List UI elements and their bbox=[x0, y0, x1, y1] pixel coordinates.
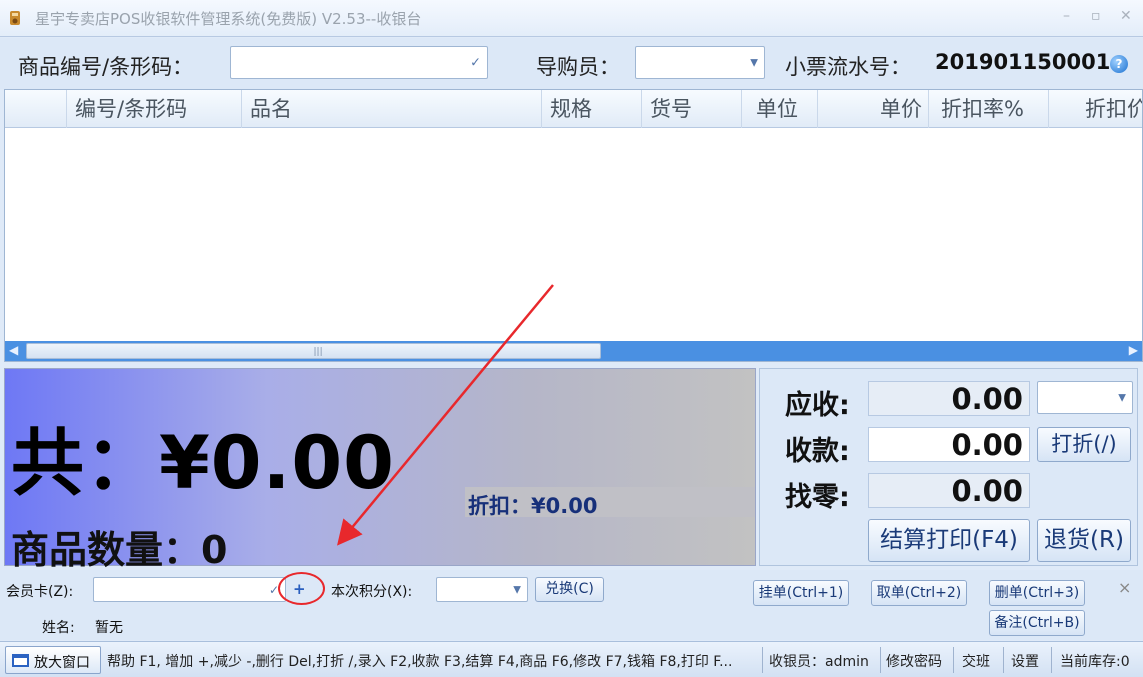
serial-label: 小票流水号： bbox=[785, 55, 911, 79]
app-logo-icon bbox=[10, 11, 20, 25]
barcode-input[interactable]: ✓ bbox=[230, 46, 488, 79]
guide-label: 导购员： bbox=[536, 55, 620, 79]
settings-link[interactable]: 设置 bbox=[1011, 651, 1039, 671]
dropdown-arrow-icon[interactable]: ▼ bbox=[1118, 392, 1126, 403]
col-name[interactable]: 品名 bbox=[242, 90, 542, 128]
receivable-label: 应收: bbox=[785, 390, 850, 421]
title-bar: 星宇专卖店POS收银软件管理系统(免费版) V2.53--收银台 – ▫ ✕ bbox=[0, 0, 1143, 37]
name-label: 姓名: bbox=[42, 620, 75, 636]
discount-amount: 折扣：¥0.00 bbox=[468, 494, 598, 518]
col-select bbox=[5, 90, 67, 128]
close-panel-icon[interactable]: × bbox=[1118, 578, 1131, 597]
dropdown-arrow-icon[interactable]: ▼ bbox=[750, 57, 758, 68]
grip-icon: ||| bbox=[313, 347, 323, 357]
col-itemno[interactable]: 货号 bbox=[642, 90, 742, 128]
horizontal-scrollbar[interactable]: ◀ ||| ▶ bbox=[5, 341, 1142, 361]
guide-select[interactable]: ▼ bbox=[635, 46, 765, 79]
dropdown-arrow-icon[interactable]: ▼ bbox=[513, 584, 521, 595]
grid-header: 编号/条形码 品名 规格 货号 单位 单价 折扣率% 折扣价 bbox=[5, 90, 1142, 128]
received-label: 收款: bbox=[785, 436, 850, 467]
payment-method-select[interactable]: ▼ bbox=[1037, 381, 1133, 414]
col-discount-price[interactable]: 折扣价 bbox=[1049, 90, 1142, 128]
scroll-left-icon[interactable]: ◀ bbox=[9, 343, 18, 357]
delete-order-button[interactable]: 删单(Ctrl+3) bbox=[989, 580, 1085, 606]
product-grid[interactable]: 编号/条形码 品名 规格 货号 单位 单价 折扣率% 折扣价 ◀ ||| ▶ bbox=[4, 89, 1143, 362]
settle-print-button[interactable]: 结算打印(F4) bbox=[868, 519, 1030, 562]
member-card-label: 会员卡(Z): bbox=[6, 584, 74, 600]
received-input[interactable]: 0.00 bbox=[868, 427, 1030, 462]
help-icon[interactable]: ? bbox=[1110, 55, 1128, 73]
points-label: 本次积分(X): bbox=[331, 584, 413, 600]
expand-window-label: 放大窗口 bbox=[34, 655, 90, 671]
col-price[interactable]: 单价 bbox=[818, 90, 929, 128]
change-password-link[interactable]: 修改密码 bbox=[886, 651, 942, 671]
scroll-right-icon[interactable]: ▶ bbox=[1129, 343, 1138, 357]
stock-info: 当前库存:0 bbox=[1060, 654, 1130, 670]
divider bbox=[1003, 647, 1004, 673]
cashier-info: 收银员：admin bbox=[769, 654, 869, 670]
hotkey-help: 帮助 F1, 增加 +,减少 -,删行 Del,打折 /,录入 F2,收款 F3… bbox=[107, 654, 733, 670]
change-label: 找零: bbox=[785, 482, 850, 513]
close-button[interactable]: ✕ bbox=[1120, 8, 1132, 24]
change-value: 0.00 bbox=[868, 473, 1030, 508]
item-quantity: 商品数量：0 bbox=[11, 528, 228, 572]
member-name: 暂无 bbox=[95, 620, 123, 636]
payment-panel: 应收: 0.00 ▼ 收款: 0.00 打折(/) 找零: 0.00 结算打印(… bbox=[759, 368, 1138, 566]
maximize-button[interactable]: ▫ bbox=[1091, 8, 1101, 24]
total-panel: 共：¥0.00 折扣：¥0.00 商品数量：0 bbox=[4, 368, 756, 572]
col-barcode[interactable]: 编号/条形码 bbox=[67, 90, 242, 128]
col-spec[interactable]: 规格 bbox=[542, 90, 642, 128]
scrollbar-thumb[interactable]: ||| bbox=[26, 343, 601, 359]
points-select[interactable]: ▼ bbox=[436, 577, 528, 602]
barcode-label: 商品编号/条形码： bbox=[18, 55, 194, 79]
discount-button[interactable]: 打折(/) bbox=[1037, 427, 1131, 462]
expand-window-button[interactable]: 放大窗口 bbox=[5, 646, 101, 674]
note-button[interactable]: 备注(Ctrl+B) bbox=[989, 610, 1085, 636]
discount-box: 折扣：¥0.00 bbox=[465, 487, 755, 518]
member-card-input[interactable]: ✓ bbox=[93, 577, 286, 602]
minimize-button[interactable]: – bbox=[1063, 8, 1070, 24]
redeem-button[interactable]: 兑换(C) bbox=[535, 577, 604, 602]
shift-link[interactable]: 交班 bbox=[962, 651, 990, 671]
top-toolbar: 商品编号/条形码： ✓ 导购员： ▼ 小票流水号： 201901150001 bbox=[0, 38, 1143, 89]
receivable-value: 0.00 bbox=[868, 381, 1030, 416]
col-discount-rate[interactable]: 折扣率% bbox=[929, 90, 1049, 128]
divider bbox=[880, 647, 881, 673]
divider bbox=[762, 647, 763, 673]
chevron-down-icon[interactable]: ✓ bbox=[470, 55, 481, 70]
total-amount: 共：¥0.00 bbox=[11, 421, 395, 506]
recall-order-button[interactable]: 取单(Ctrl+2) bbox=[871, 580, 967, 606]
window-icon bbox=[12, 654, 29, 667]
serial-number: 201901150001 bbox=[935, 50, 1111, 74]
return-button[interactable]: 退货(R) bbox=[1037, 519, 1131, 562]
col-unit[interactable]: 单位 bbox=[742, 90, 818, 128]
hold-order-button[interactable]: 挂单(Ctrl+1) bbox=[753, 580, 849, 606]
divider bbox=[1051, 647, 1052, 673]
divider bbox=[953, 647, 954, 673]
status-bar: 放大窗口 帮助 F1, 增加 +,减少 -,删行 Del,打折 /,录入 F2,… bbox=[0, 641, 1143, 677]
window-title: 星宇专卖店POS收银软件管理系统(免费版) V2.53--收银台 bbox=[35, 10, 422, 28]
annotation-circle bbox=[278, 572, 325, 605]
